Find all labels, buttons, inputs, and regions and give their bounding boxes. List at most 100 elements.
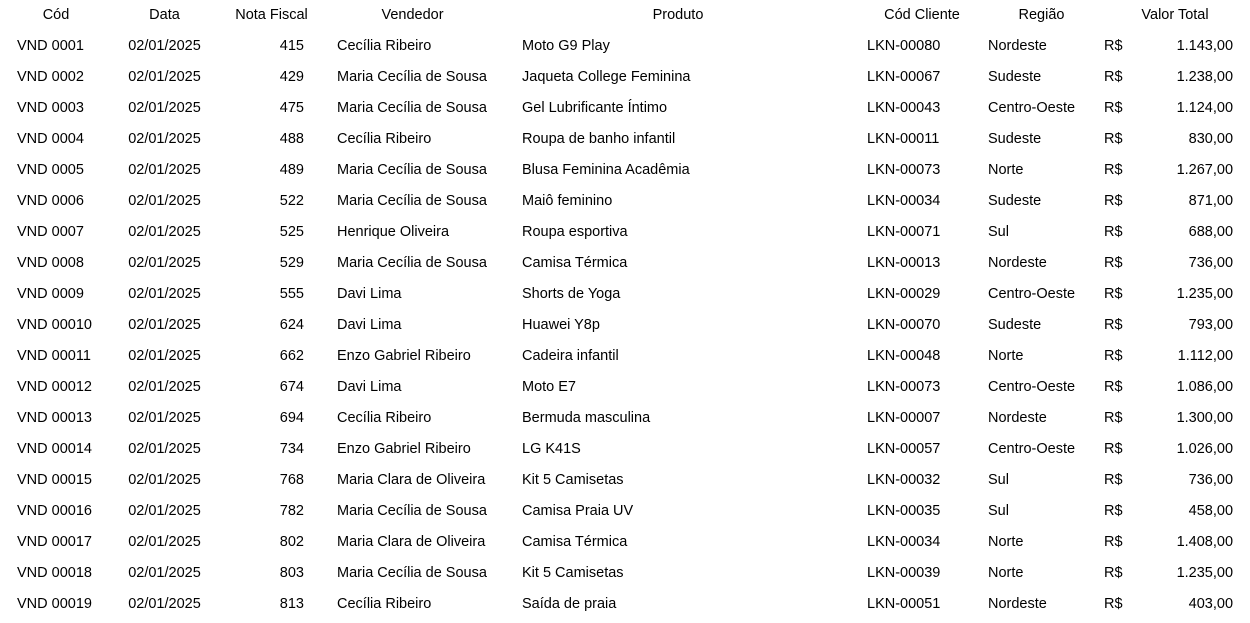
table-row[interactable]: VND 00018 02/01/2025 803 Maria Cecília de S… — [0, 558, 1250, 589]
cell-cod-cliente[interactable]: LKN-00034 — [861, 186, 981, 217]
cell-currency-symbol[interactable]: R$ — [1100, 248, 1130, 279]
cell-cod[interactable]: VND 0002 — [0, 62, 114, 93]
cell-regiao[interactable]: Sudeste — [981, 62, 1100, 93]
cell-valor-total[interactable]: 1.143,00 — [1130, 31, 1250, 62]
cell-regiao[interactable]: Norte — [981, 341, 1100, 372]
column-header-regiao[interactable]: Região — [981, 0, 1100, 31]
cell-currency-symbol[interactable]: R$ — [1100, 62, 1130, 93]
cell-vendedor[interactable]: Maria Cecília de Sousa — [332, 558, 517, 589]
cell-regiao[interactable]: Nordeste — [981, 31, 1100, 62]
cell-produto[interactable]: Shorts de Yoga — [517, 279, 861, 310]
cell-valor-total[interactable]: 403,00 — [1130, 589, 1250, 620]
cell-cod-cliente[interactable]: LKN-00034 — [861, 527, 981, 558]
cell-regiao[interactable]: Norte — [981, 155, 1100, 186]
cell-regiao[interactable]: Nordeste — [981, 403, 1100, 434]
cell-valor-total[interactable]: 736,00 — [1130, 465, 1250, 496]
cell-nota-fiscal[interactable]: 734 — [215, 434, 332, 465]
cell-data[interactable]: 02/01/2025 — [114, 341, 215, 372]
table-row[interactable]: VND 00010 02/01/2025 624 Davi Lima Huawei Y8… — [0, 310, 1250, 341]
cell-cod[interactable]: VND 00018 — [0, 558, 114, 589]
cell-regiao[interactable]: Norte — [981, 527, 1100, 558]
cell-valor-total[interactable]: 793,00 — [1130, 310, 1250, 341]
cell-currency-symbol[interactable]: R$ — [1100, 186, 1130, 217]
cell-valor-total[interactable]: 736,00 — [1130, 248, 1250, 279]
cell-produto[interactable]: Camisa Praia UV — [517, 496, 861, 527]
table-row[interactable]: VND 00014 02/01/2025 734 Enzo Gabriel Ribei… — [0, 434, 1250, 465]
cell-cod[interactable]: VND 0001 — [0, 31, 114, 62]
table-row[interactable]: VND 00017 02/01/2025 802 Maria Clara de Oli… — [0, 527, 1250, 558]
cell-cod[interactable]: VND 0008 — [0, 248, 114, 279]
cell-nota-fiscal[interactable]: 415 — [215, 31, 332, 62]
cell-cod-cliente[interactable]: LKN-00029 — [861, 279, 981, 310]
cell-vendedor[interactable]: Maria Cecília de Sousa — [332, 62, 517, 93]
cell-produto[interactable]: LG K41S — [517, 434, 861, 465]
cell-regiao[interactable]: Sul — [981, 465, 1100, 496]
cell-valor-total[interactable]: 1.112,00 — [1130, 341, 1250, 372]
cell-nota-fiscal[interactable]: 529 — [215, 248, 332, 279]
cell-cod[interactable]: VND 00010 — [0, 310, 114, 341]
cell-cod[interactable]: VND 0009 — [0, 279, 114, 310]
cell-cod[interactable]: VND 00011 — [0, 341, 114, 372]
table-row[interactable]: VND 0004 02/01/2025 488 Cecília Ribeiro Roup… — [0, 124, 1250, 155]
cell-regiao[interactable]: Norte — [981, 558, 1100, 589]
cell-valor-total[interactable]: 1.124,00 — [1130, 93, 1250, 124]
cell-valor-total[interactable]: 1.026,00 — [1130, 434, 1250, 465]
cell-cod-cliente[interactable]: LKN-00071 — [861, 217, 981, 248]
cell-cod[interactable]: VND 00013 — [0, 403, 114, 434]
cell-cod[interactable]: VND 00016 — [0, 496, 114, 527]
cell-cod-cliente[interactable]: LKN-00051 — [861, 589, 981, 620]
column-header-valor-total[interactable]: Valor Total — [1100, 0, 1250, 31]
cell-valor-total[interactable]: 1.235,00 — [1130, 558, 1250, 589]
cell-cod[interactable]: VND 0006 — [0, 186, 114, 217]
cell-produto[interactable]: Bermuda masculina — [517, 403, 861, 434]
table-row[interactable]: VND 00019 02/01/2025 813 Cecília Ribeiro Saí… — [0, 589, 1250, 620]
cell-currency-symbol[interactable]: R$ — [1100, 496, 1130, 527]
cell-vendedor[interactable]: Henrique Oliveira — [332, 217, 517, 248]
cell-vendedor[interactable]: Davi Lima — [332, 372, 517, 403]
cell-cod-cliente[interactable]: LKN-00013 — [861, 248, 981, 279]
cell-produto[interactable]: Camisa Térmica — [517, 248, 861, 279]
cell-vendedor[interactable]: Maria Cecília de Sousa — [332, 186, 517, 217]
cell-data[interactable]: 02/01/2025 — [114, 558, 215, 589]
cell-nota-fiscal[interactable]: 674 — [215, 372, 332, 403]
cell-produto[interactable]: Moto G9 Play — [517, 31, 861, 62]
cell-nota-fiscal[interactable]: 813 — [215, 589, 332, 620]
cell-cod-cliente[interactable]: LKN-00035 — [861, 496, 981, 527]
cell-data[interactable]: 02/01/2025 — [114, 465, 215, 496]
cell-valor-total[interactable]: 830,00 — [1130, 124, 1250, 155]
cell-cod-cliente[interactable]: LKN-00070 — [861, 310, 981, 341]
cell-produto[interactable]: Camisa Térmica — [517, 527, 861, 558]
cell-currency-symbol[interactable]: R$ — [1100, 558, 1130, 589]
column-header-cod-cliente[interactable]: Cód Cliente — [861, 0, 981, 31]
cell-data[interactable]: 02/01/2025 — [114, 155, 215, 186]
cell-regiao[interactable]: Sul — [981, 217, 1100, 248]
cell-data[interactable]: 02/01/2025 — [114, 310, 215, 341]
cell-data[interactable]: 02/01/2025 — [114, 496, 215, 527]
cell-vendedor[interactable]: Maria Cecília de Sousa — [332, 155, 517, 186]
cell-currency-symbol[interactable]: R$ — [1100, 155, 1130, 186]
cell-nota-fiscal[interactable]: 488 — [215, 124, 332, 155]
cell-vendedor[interactable]: Cecília Ribeiro — [332, 124, 517, 155]
cell-nota-fiscal[interactable]: 782 — [215, 496, 332, 527]
cell-regiao[interactable]: Centro-Oeste — [981, 372, 1100, 403]
cell-currency-symbol[interactable]: R$ — [1100, 372, 1130, 403]
cell-regiao[interactable]: Sudeste — [981, 186, 1100, 217]
cell-produto[interactable]: Maiô feminino — [517, 186, 861, 217]
table-row[interactable]: VND 00013 02/01/2025 694 Cecília Ribeiro Ber… — [0, 403, 1250, 434]
cell-vendedor[interactable]: Maria Clara de Oliveira — [332, 465, 517, 496]
cell-produto[interactable]: Huawei Y8p — [517, 310, 861, 341]
cell-nota-fiscal[interactable]: 525 — [215, 217, 332, 248]
table-row[interactable]: VND 0002 02/01/2025 429 Maria Cecília de So… — [0, 62, 1250, 93]
cell-data[interactable]: 02/01/2025 — [114, 186, 215, 217]
cell-nota-fiscal[interactable]: 768 — [215, 465, 332, 496]
column-header-cod[interactable]: Cód — [0, 0, 114, 31]
cell-currency-symbol[interactable]: R$ — [1100, 310, 1130, 341]
cell-cod-cliente[interactable]: LKN-00048 — [861, 341, 981, 372]
cell-vendedor[interactable]: Cecília Ribeiro — [332, 403, 517, 434]
cell-vendedor[interactable]: Cecília Ribeiro — [332, 31, 517, 62]
cell-produto[interactable]: Kit 5 Camisetas — [517, 558, 861, 589]
cell-produto[interactable]: Moto E7 — [517, 372, 861, 403]
cell-cod-cliente[interactable]: LKN-00057 — [861, 434, 981, 465]
cell-data[interactable]: 02/01/2025 — [114, 589, 215, 620]
cell-currency-symbol[interactable]: R$ — [1100, 527, 1130, 558]
